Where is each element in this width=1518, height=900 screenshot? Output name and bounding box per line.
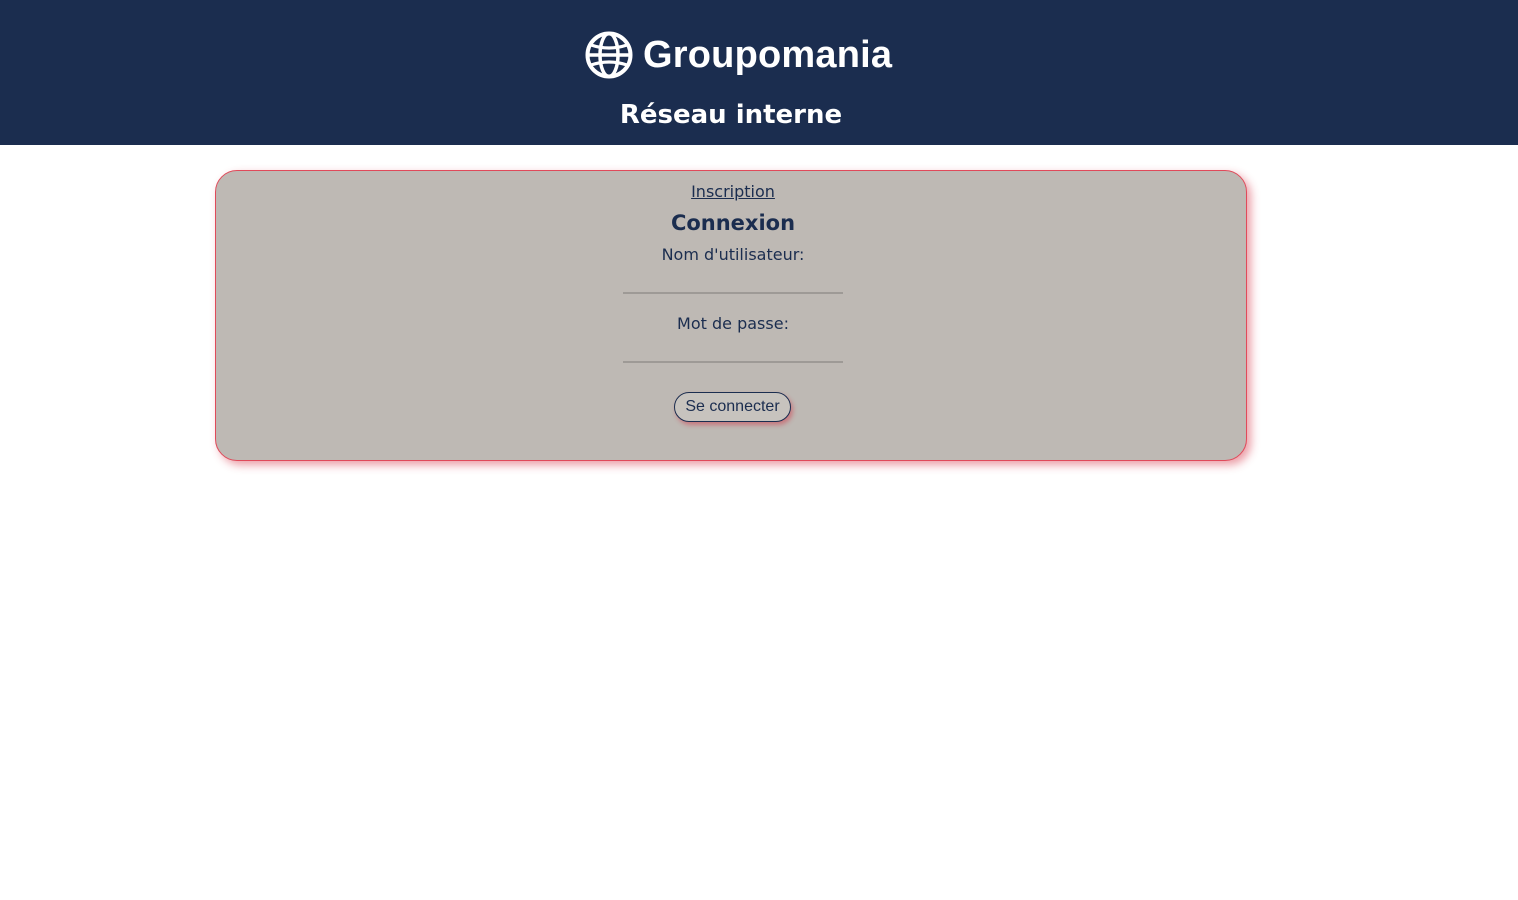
username-label: Nom d'utilisateur: [661,245,805,264]
brand-logo[interactable]: Groupomania [585,30,892,80]
brand-name: Groupomania [643,34,893,76]
site-header: Groupomania Réseau interne [0,0,1518,145]
password-label: Mot de passe: [677,314,789,333]
login-button[interactable]: Se connecter [674,392,791,422]
globe-icon [585,31,633,79]
login-title: Connexion [670,211,796,235]
signup-link[interactable]: Inscription [216,181,1250,203]
username-input[interactable] [623,268,843,294]
login-card: Inscription Connexion Nom d'utilisateur:… [215,170,1247,461]
password-input[interactable] [623,337,843,363]
page-subtitle: Réseau interne [619,100,843,130]
